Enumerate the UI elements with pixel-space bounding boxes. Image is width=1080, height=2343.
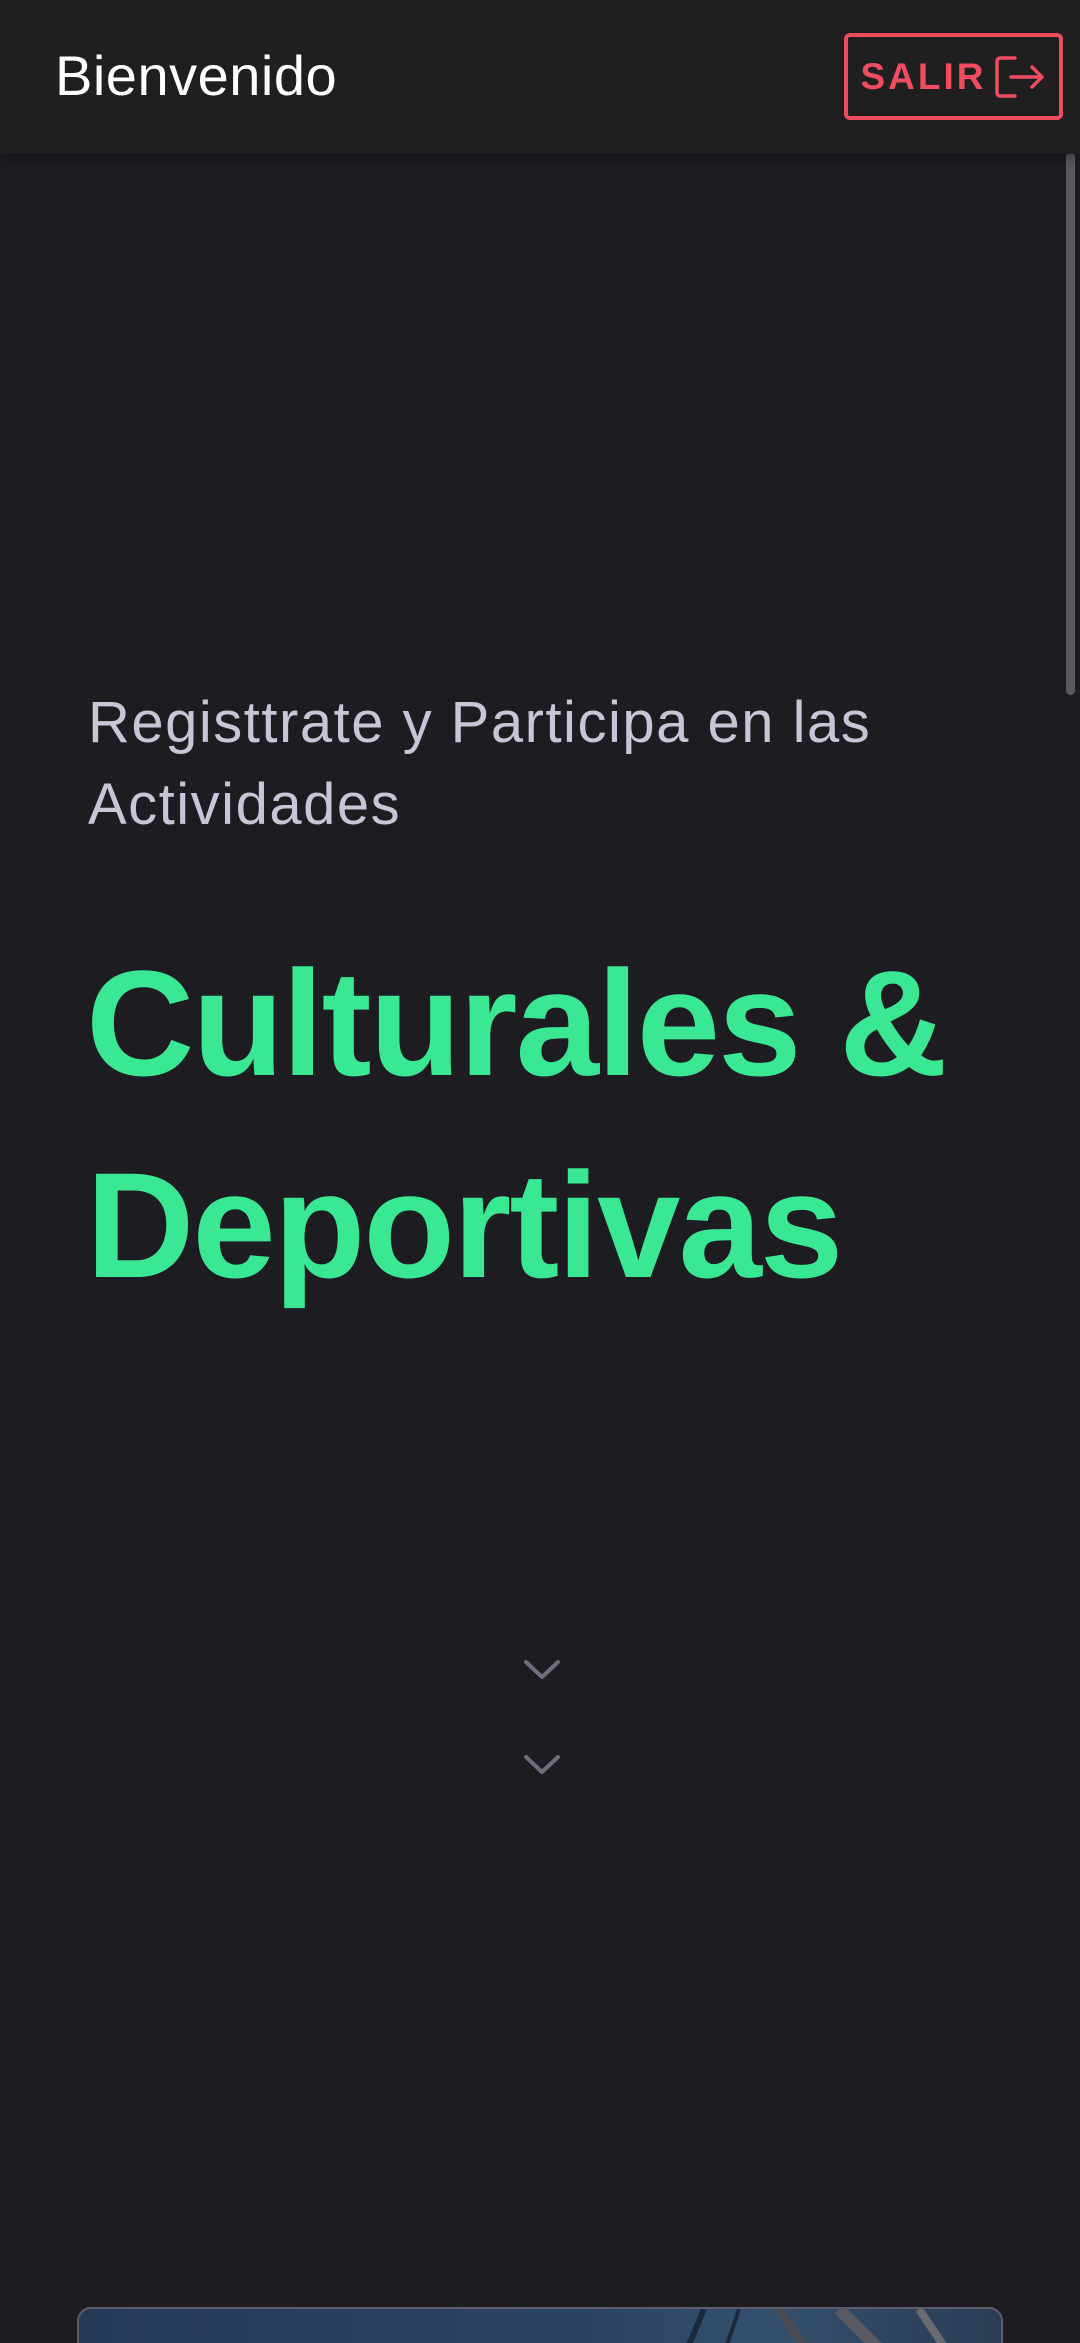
hero-title-line-1: Culturales &	[86, 939, 948, 1107]
card-image-graphic	[686, 2309, 947, 2343]
scroll-down-chevron[interactable]	[522, 1752, 562, 1778]
chevron-down-icon	[524, 1660, 560, 1679]
activity-card-image[interactable]	[77, 2307, 1003, 2343]
logout-button[interactable]: SALIR	[844, 33, 1063, 120]
logout-button-label: SALIR	[860, 55, 987, 97]
scrollbar-thumb[interactable]	[1066, 152, 1075, 695]
page-title: Bienvenido	[55, 44, 338, 107]
page: Bienvenido SALIR Registtrate y Participa…	[0, 0, 1080, 2343]
top-app-bar: Bienvenido SALIR	[0, 0, 1080, 154]
hero-subtitle: Registtrate y Participa en las Actividad…	[88, 690, 872, 837]
scroll-down-chevron[interactable]	[522, 1657, 562, 1683]
hero-title-line-2: Deportivas	[86, 1141, 843, 1309]
chevron-down-icon	[524, 1755, 560, 1774]
logout-icon	[994, 55, 1044, 98]
